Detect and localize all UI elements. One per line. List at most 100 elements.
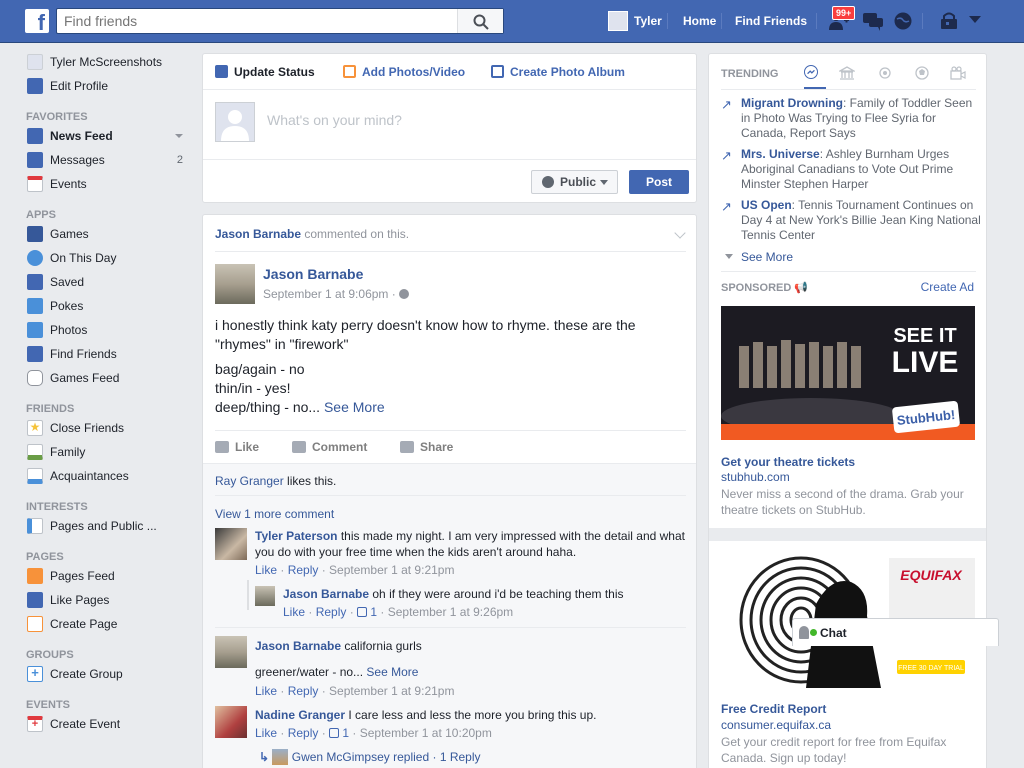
tab-add-photos[interactable]: Add Photos/Video [343, 65, 465, 79]
profile-link[interactable]: Tyler [634, 0, 662, 42]
comment-like-link[interactable]: Like [255, 726, 277, 740]
sidebar-item-close-friends[interactable]: ★ Close Friends [26, 418, 191, 442]
comment-reply-link[interactable]: Reply [316, 605, 347, 619]
see-more-link[interactable]: See More [324, 399, 385, 415]
user-avatar[interactable] [608, 11, 628, 31]
comment-time[interactable]: September 1 at 10:20pm [360, 726, 492, 740]
find-friends-link[interactable]: Find Friends [735, 0, 807, 42]
share-button[interactable]: Share [400, 440, 453, 454]
create-page-icon [27, 616, 43, 632]
comment-like-count[interactable]: 1 [342, 726, 349, 740]
sidebar-item-on-this-day[interactable]: On This Day [26, 248, 191, 272]
facebook-logo[interactable]: f [25, 9, 49, 33]
acquaintances-icon [27, 468, 43, 484]
see-more-link[interactable]: See More [366, 665, 418, 679]
trend-topic[interactable]: US Open [741, 198, 792, 212]
comment-like-link[interactable]: Like [255, 684, 277, 698]
ad-url[interactable]: consumer.equifax.ca [721, 718, 831, 732]
sidebar-item-create-group[interactable]: + Create Group [26, 664, 191, 688]
comment-time[interactable]: September 1 at 9:26pm [388, 605, 513, 619]
trending-see-more[interactable]: See More [721, 250, 793, 264]
sidebar-item-family[interactable]: Family [26, 442, 191, 466]
liker-link[interactable]: Ray Granger [215, 474, 284, 488]
comment-reply-link[interactable]: Reply [288, 726, 319, 740]
messages-icon[interactable] [862, 11, 884, 31]
sidebar-item-pokes[interactable]: Pokes [26, 296, 191, 320]
sidebar-item-create-page[interactable]: Create Page [26, 614, 191, 638]
ad-url[interactable]: stubhub.com [721, 470, 790, 484]
top-navigation-bar: f Tyler Home Find Friends 99+ [0, 0, 1024, 43]
science-icon[interactable] [877, 65, 893, 81]
privacy-selector[interactable]: Public [531, 170, 618, 194]
politics-icon[interactable] [839, 66, 855, 80]
view-more-comments[interactable]: View 1 more comment [215, 506, 334, 522]
sidebar-item-messages[interactable]: Messages 2 [26, 150, 191, 174]
photos-icon [27, 322, 43, 338]
comment-time[interactable]: September 1 at 9:21pm [329, 684, 454, 698]
sidebar-item-games[interactable]: Games [26, 224, 191, 248]
trend-topic[interactable]: Migrant Drowning [741, 96, 843, 110]
sidebar-edit-profile[interactable]: Edit Profile [26, 76, 191, 100]
tab-update-status[interactable]: Update Status [215, 65, 315, 79]
commenter-link[interactable]: Jason Barnabe [255, 639, 341, 653]
comment-time[interactable]: September 1 at 9:21pm [329, 563, 454, 577]
commenter-avatar[interactable] [215, 636, 247, 668]
post-button[interactable]: Post [629, 170, 689, 194]
comment-button[interactable]: Comment [292, 440, 367, 454]
chevron-down-icon[interactable] [175, 134, 183, 138]
account-menu-icon[interactable] [969, 16, 981, 24]
like-button[interactable]: Like [215, 440, 259, 454]
tab-create-album[interactable]: Create Photo Album [491, 65, 625, 79]
create-ad-link[interactable]: Create Ad [921, 280, 974, 294]
commenter-link[interactable]: Jason Barnabe [283, 587, 369, 601]
status-input[interactable]: What's on your mind? [267, 112, 402, 128]
sidebar-item-find-friends[interactable]: Find Friends [26, 344, 191, 368]
ad-image-stubhub[interactable]: SEE IT LIVE StubHub! [721, 306, 975, 440]
replies-summary[interactable]: ↳ Gwen McGimpsey replied · 1 Reply [259, 749, 481, 765]
reply-count-link[interactable]: 1 Reply [440, 750, 481, 764]
notifications-icon[interactable] [893, 11, 913, 31]
sidebar-item-games-feed[interactable]: Games Feed [26, 368, 191, 392]
comment-like-link[interactable]: Like [255, 563, 277, 577]
comment-reply-link[interactable]: Reply [288, 684, 319, 698]
sidebar-item-photos[interactable]: Photos [26, 320, 191, 344]
trending-item[interactable]: ↗ Mrs. Universe: Ashley Burnham Urges Abo… [721, 147, 981, 192]
sidebar-item-events[interactable]: Events [26, 174, 191, 198]
commenter-avatar[interactable] [255, 586, 275, 606]
sidebar-profile[interactable]: Tyler McScreenshots [26, 52, 191, 76]
post-timestamp[interactable]: September 1 at 9:06pm · [263, 287, 410, 301]
search-input[interactable] [57, 9, 457, 33]
trend-topic[interactable]: Mrs. Universe [741, 147, 820, 161]
sidebar-item-pages-public[interactable]: Pages and Public ... [26, 516, 191, 540]
commenter-link[interactable]: Nadine Granger [255, 708, 345, 722]
ad-title[interactable]: Free Credit Report [721, 702, 826, 716]
sidebar-item-saved[interactable]: Saved [26, 272, 191, 296]
trending-top-icon[interactable] [804, 65, 818, 79]
sports-icon[interactable] [914, 65, 930, 81]
commenter-avatar[interactable] [215, 528, 247, 560]
search-button[interactable] [457, 9, 503, 33]
author-avatar[interactable] [215, 264, 255, 304]
chat-tab[interactable]: Chat [792, 618, 999, 646]
trending-item[interactable]: ↗ Migrant Drowning: Family of Toddler See… [721, 96, 981, 141]
comment-like-count[interactable]: 1 [370, 605, 377, 619]
trending-item[interactable]: ↗ US Open: Tennis Tournament Continues on… [721, 198, 981, 243]
sidebar-item-label: Close Friends [50, 421, 125, 435]
home-link[interactable]: Home [683, 0, 716, 42]
commenter-link[interactable]: Tyler Paterson [255, 529, 337, 543]
replier-link[interactable]: Gwen McGimpsey [292, 750, 390, 764]
privacy-icon[interactable] [940, 11, 958, 31]
comment-like-link[interactable]: Like [283, 605, 305, 619]
ad-title[interactable]: Get your theatre tickets [721, 455, 855, 469]
author-name-link[interactable]: Jason Barnabe [263, 266, 363, 282]
sidebar-item-pages-feed[interactable]: Pages Feed [26, 566, 191, 590]
context-author-link[interactable]: Jason Barnabe [215, 227, 301, 241]
chevron-down-icon[interactable] [674, 227, 686, 239]
sidebar-item-news-feed[interactable]: News Feed [26, 126, 191, 150]
sidebar-item-create-event[interactable]: + Create Event [26, 714, 191, 738]
sidebar-item-like-pages[interactable]: Like Pages [26, 590, 191, 614]
comment-reply-link[interactable]: Reply [288, 563, 319, 577]
sidebar-item-acquaintances[interactable]: Acquaintances [26, 466, 191, 490]
commenter-avatar[interactable] [215, 706, 247, 738]
entertainment-icon[interactable] [950, 66, 966, 80]
